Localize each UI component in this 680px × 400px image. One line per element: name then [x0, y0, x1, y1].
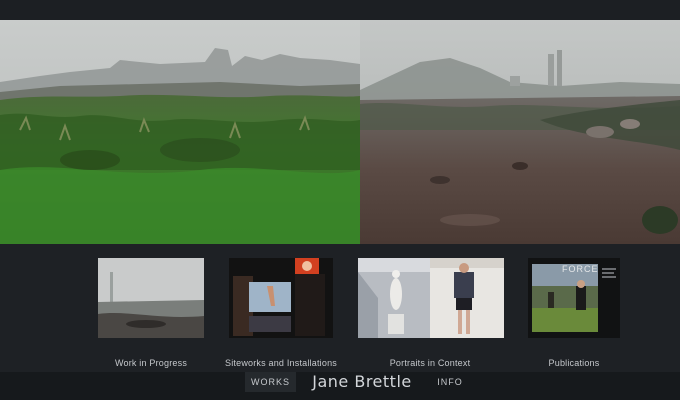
thumb-image-work-in-progress — [98, 258, 204, 338]
site-title[interactable]: Jane Brettle — [310, 370, 414, 394]
thumb-publications[interactable]: FORCE Publications — [522, 258, 626, 370]
thumb-image-publications: FORCE — [528, 258, 620, 338]
thumb-work-in-progress[interactable]: Work in Progress — [96, 258, 206, 370]
thumb-portraits-in-context[interactable]: Portraits in Context — [356, 258, 504, 370]
works-gallery: Work in Progress Siteworks and Installat… — [0, 244, 680, 372]
nav-info-link[interactable]: INFO — [430, 372, 470, 392]
nav-works-link[interactable]: WORKS — [245, 372, 296, 392]
publication-cover-text: FORCE — [562, 264, 599, 274]
thumb-caption-portraits-in-context: Portraits in Context — [389, 358, 471, 368]
top-bar — [0, 0, 680, 20]
hero-image-rocky-ground — [360, 20, 680, 244]
thumb-caption-publications: Publications — [548, 358, 600, 368]
hero-image-moorland-grass — [0, 20, 360, 244]
thumb-image-siteworks-installations — [229, 258, 333, 338]
thumb-image-portraits-in-context — [358, 258, 504, 338]
thumb-siteworks-installations[interactable]: Siteworks and Installations — [222, 258, 340, 370]
thumb-caption-siteworks-installations: Siteworks and Installations — [225, 358, 337, 368]
thumb-caption-work-in-progress: Work in Progress — [114, 358, 188, 368]
hero-slideshow[interactable] — [0, 20, 680, 244]
